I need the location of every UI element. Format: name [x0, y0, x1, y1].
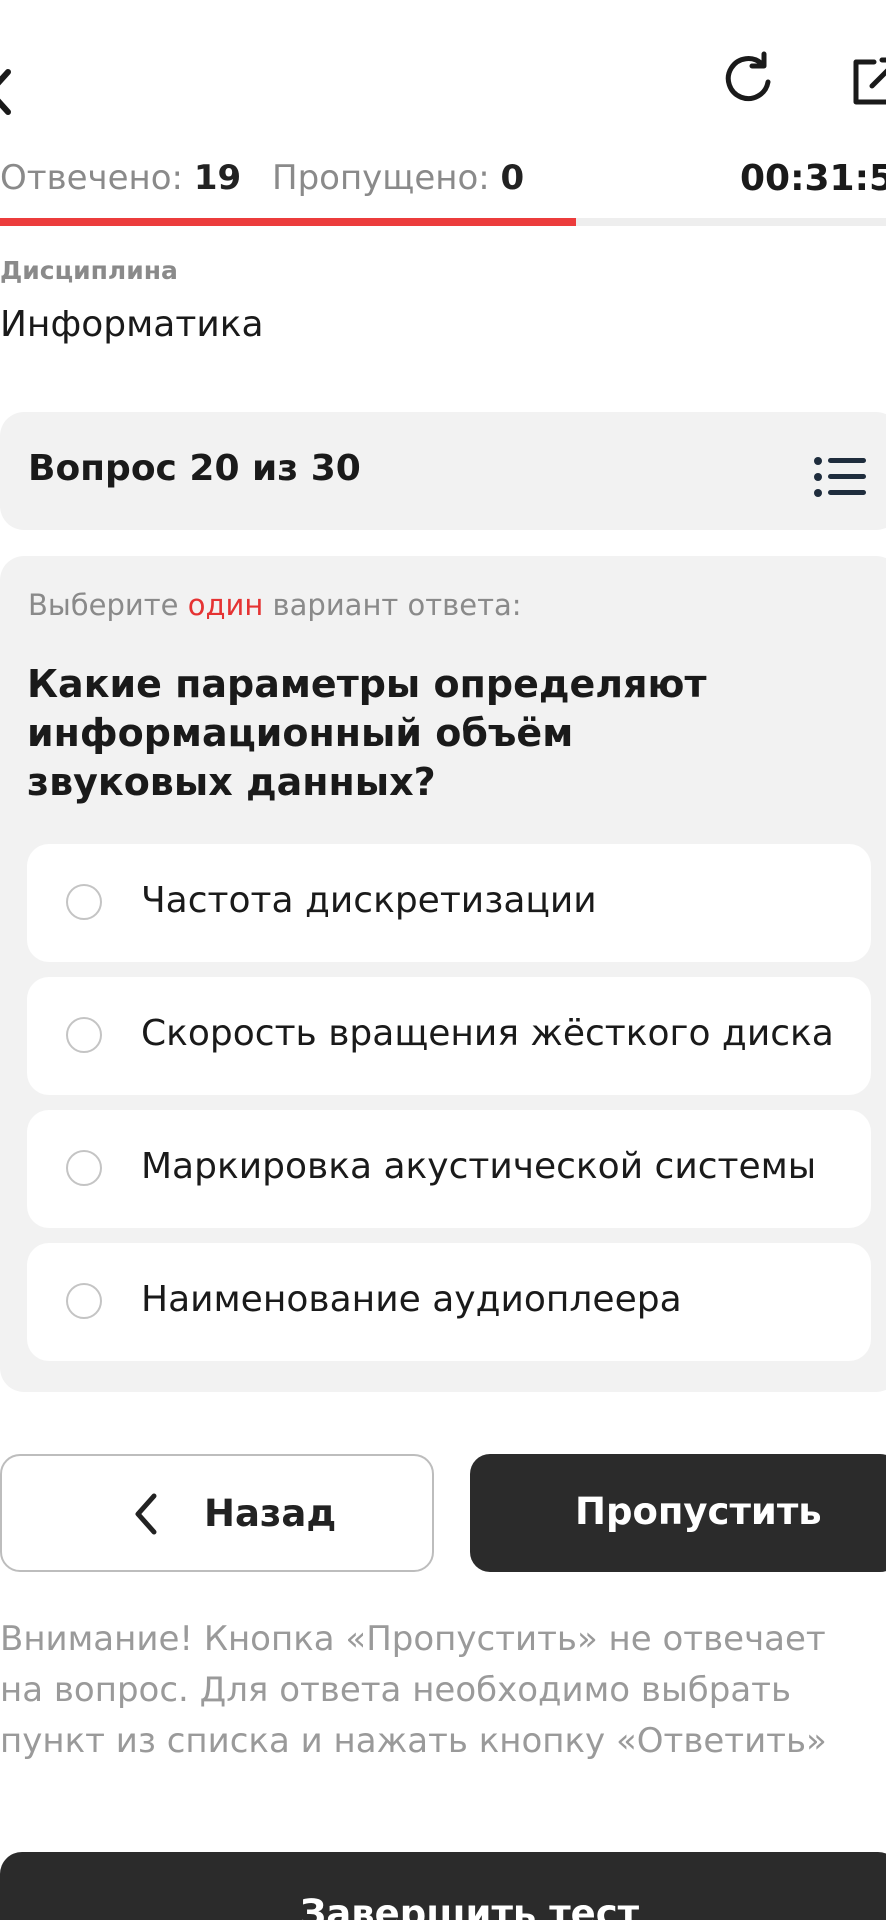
list-icon[interactable]	[813, 456, 869, 498]
finish-test-label: Завершить тест	[300, 1892, 640, 1920]
answer-option-label: Частота дискретизации	[141, 880, 597, 921]
answered-value: 19	[193, 158, 242, 198]
finish-test-button[interactable]: Завершить тест	[0, 1852, 886, 1920]
answer-option-label: Наименование аудиоплеера	[141, 1279, 682, 1320]
progress-fill	[0, 218, 576, 226]
back-button[interactable]: Назад	[0, 1454, 434, 1572]
answered-label: Отвечено:	[0, 158, 184, 198]
instruction-text-end: вариант ответа:	[263, 588, 522, 622]
question-header: Вопрос 20 из 30	[0, 412, 886, 530]
discipline-value: Информатика	[0, 304, 264, 345]
answer-option[interactable]: Наименование аудиоплеера	[27, 1243, 871, 1361]
skipped-stat: Пропущено: 0	[272, 158, 524, 198]
refresh-icon[interactable]	[718, 48, 778, 108]
skipped-label: Пропущено:	[272, 158, 490, 198]
skip-button[interactable]: Пропустить	[470, 1454, 886, 1572]
question-text: Какие параметры определяют информационны…	[27, 662, 707, 804]
answer-option-label: Скорость вращения жёсткого диска	[141, 1013, 834, 1054]
answer-option-label: Маркировка акустической системы	[141, 1146, 817, 1187]
radio-button[interactable]	[66, 1150, 102, 1186]
radio-button[interactable]	[66, 884, 102, 920]
stats-row: Отвечено: 19 Пропущено: 0 00:31:56	[0, 150, 886, 210]
question-counter: Вопрос 20 из 30	[28, 448, 361, 489]
answer-option[interactable]: Скорость вращения жёсткого диска	[27, 977, 871, 1095]
skipped-value: 0	[500, 158, 525, 198]
answer-option[interactable]: Частота дискретизации	[27, 844, 871, 962]
chevron-left-icon[interactable]	[0, 62, 22, 122]
instruction: Выберите один вариант ответа:	[28, 588, 522, 622]
instruction-accent: один	[187, 588, 264, 622]
progress-bar	[0, 218, 886, 226]
instruction-text: Выберите	[28, 588, 188, 622]
skip-warning: Внимание! Кнопка «Пропустить» не отвечае…	[0, 1619, 827, 1761]
skip-button-label: Пропустить	[575, 1490, 822, 1533]
discipline-label: Дисциплина	[0, 256, 178, 285]
radio-button[interactable]	[66, 1283, 102, 1319]
answer-option[interactable]: Маркировка акустической системы	[27, 1110, 871, 1228]
radio-button[interactable]	[66, 1017, 102, 1053]
answered-stat: Отвечено: 19	[0, 158, 241, 198]
chevron-left-icon	[135, 1493, 157, 1535]
back-button-label: Назад	[204, 1492, 337, 1535]
question-card: Выберите один вариант ответа: Какие пара…	[0, 556, 886, 1392]
test-screen: Отвечено: 19 Пропущено: 0 00:31:56 Дисци…	[0, 0, 886, 1920]
timer: 00:31:56	[740, 158, 886, 199]
external-link-icon[interactable]	[848, 52, 886, 112]
